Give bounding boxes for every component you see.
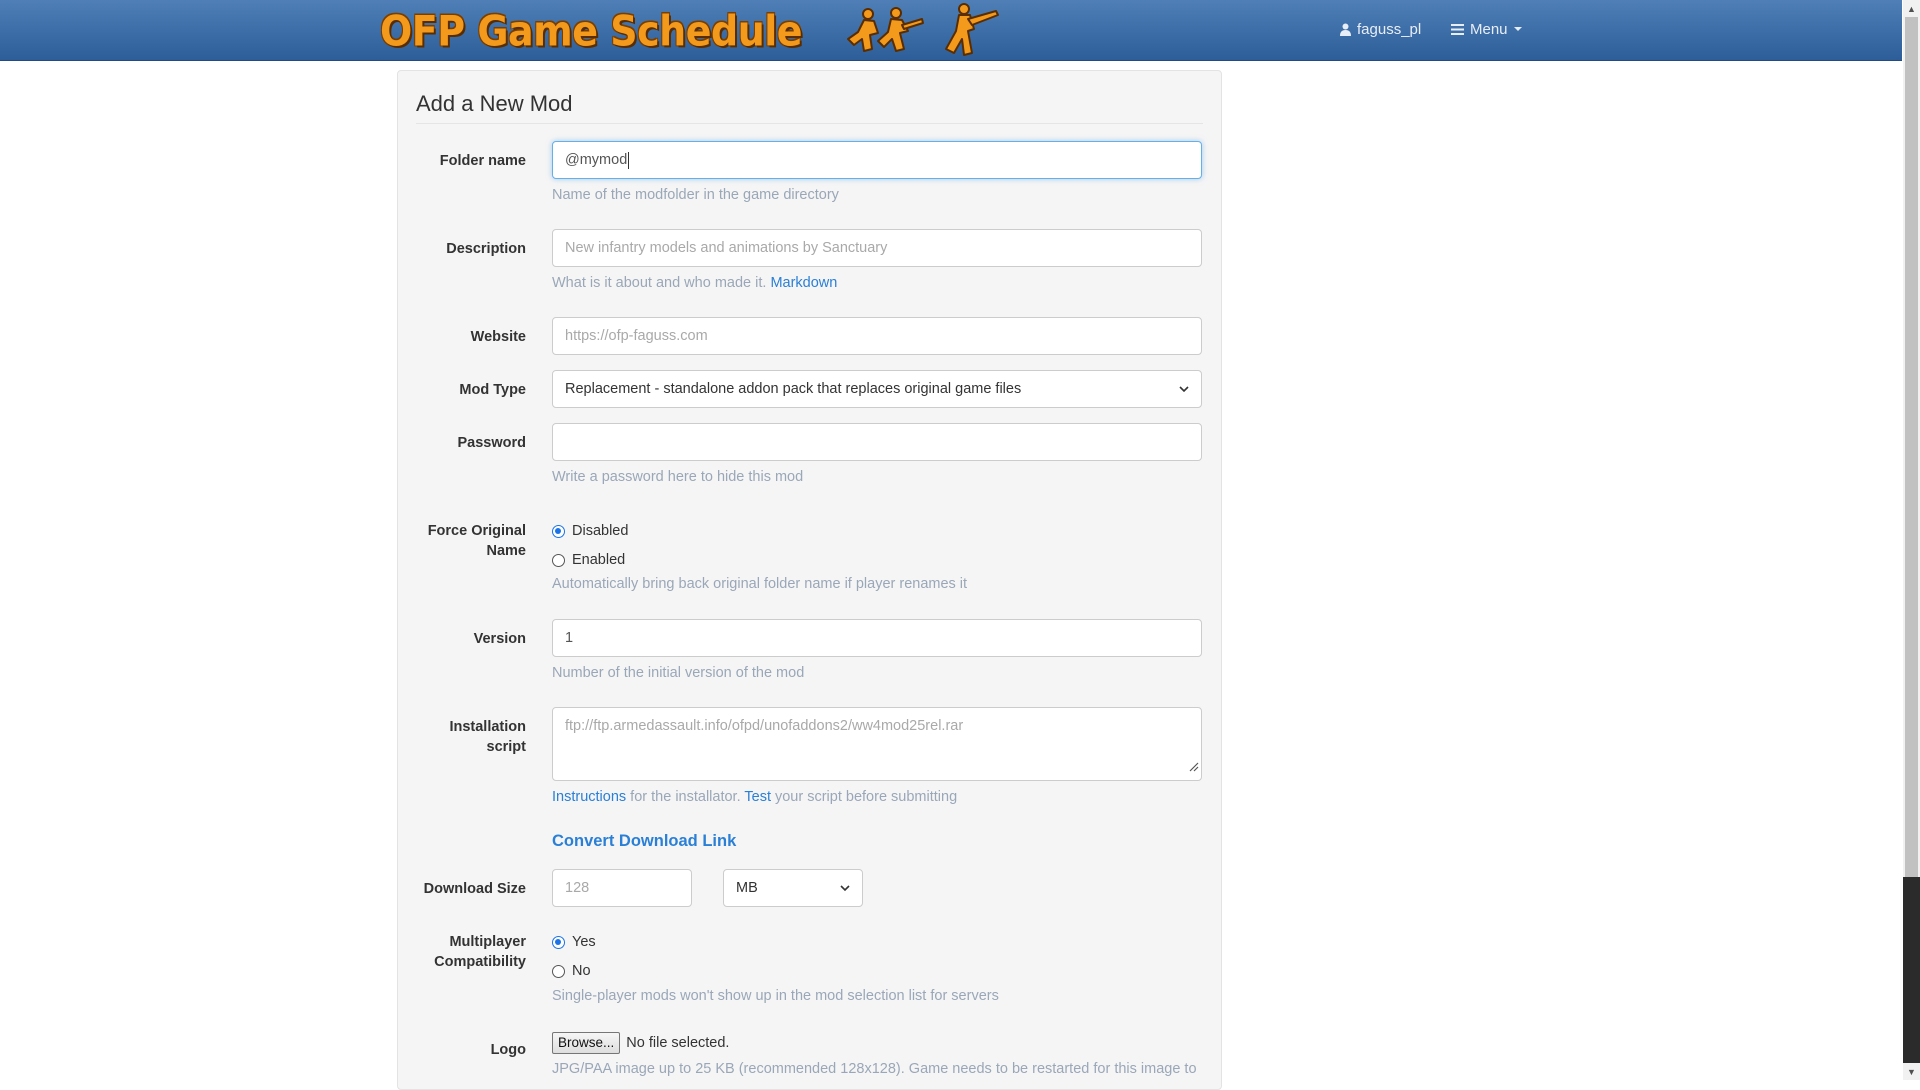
multiplayer-label-line2: Compatibility — [434, 954, 526, 970]
version-label: Version — [473, 631, 526, 647]
description-label: Description — [446, 241, 526, 257]
instructions-link[interactable]: Instructions — [552, 789, 626, 805]
force-name-disabled-option[interactable]: Disabled — [552, 521, 628, 541]
multiplayer-help: Single-player mods won't show up in the … — [552, 988, 999, 1004]
multiplayer-no-label: No — [572, 963, 591, 979]
description-placeholder: New infantry models and animations by Sa… — [565, 240, 888, 256]
menu-label: Menu — [1470, 20, 1508, 38]
download-size-placeholder: 128 — [565, 880, 590, 896]
browse-button[interactable]: Browse... — [552, 1032, 621, 1054]
soldier-with-rifle-icon — [945, 3, 1000, 56]
logo-file-input[interactable]: Browse... No file selected. — [552, 1032, 729, 1054]
menu-dropdown-toggle[interactable]: Menu — [1451, 0, 1522, 58]
install-script-textarea[interactable]: ftp://ftp.armedassault.info/ofpd/unofadd… — [552, 707, 1202, 781]
top-navbar: OFP Game Schedule faguss_pl Menu — [0, 0, 1902, 61]
logo-help: JPG/PAA image up to 25 KB (recommended 1… — [552, 1061, 1197, 1077]
install-script-placeholder: ftp://ftp.armedassault.info/ofpd/unofadd… — [565, 718, 964, 734]
download-size-unit-select[interactable]: MB — [723, 869, 863, 907]
folder-name-help: Name of the modfolder in the game direct… — [552, 187, 839, 203]
convert-download-link[interactable]: Convert Download Link — [552, 832, 736, 851]
mod-type-label: Mod Type — [459, 382, 526, 398]
install-label-line2: script — [486, 739, 527, 755]
soldiers-artwork — [844, 1, 1000, 61]
radio-checked-icon[interactable] — [552, 935, 565, 949]
install-help-end: your script before submitting — [770, 789, 958, 805]
add-mod-form: Add a New Mod Folder name @mymod Name of… — [397, 70, 1222, 1090]
radio-checked-icon[interactable] — [552, 524, 565, 538]
hamburger-icon — [1451, 23, 1464, 35]
version-input[interactable]: 1 — [552, 619, 1202, 657]
running-soldiers-icon — [847, 7, 925, 52]
resize-grip-icon[interactable] — [1188, 758, 1199, 778]
site-logo[interactable]: OFP Game Schedule — [380, 1, 1000, 61]
username-label: faguss_pl — [1357, 20, 1422, 38]
markdown-link[interactable]: Markdown — [770, 275, 837, 291]
scrollbar-track-lower — [1903, 877, 1920, 1063]
multiplayer-yes-label: Yes — [572, 934, 596, 950]
password-help: Write a password here to hide this mod — [552, 469, 804, 485]
website-input[interactable]: https://ofp-faguss.com — [552, 317, 1202, 355]
brand-title: OFP Game Schedule — [380, 6, 803, 56]
force-name-enabled-option[interactable]: Enabled — [552, 550, 625, 570]
folder-name-value: @mymod — [565, 152, 628, 168]
version-help: Number of the initial version of the mod — [552, 665, 805, 681]
download-size-unit-value: MB — [736, 880, 758, 896]
multiplayer-no-option[interactable]: No — [552, 961, 591, 981]
user-icon — [1340, 23, 1351, 36]
scroll-up-arrow-icon[interactable]: ▲ — [1903, 0, 1920, 17]
test-link[interactable]: Test — [744, 789, 771, 805]
logo-label: Logo — [490, 1042, 526, 1058]
multiplayer-yes-option[interactable]: Yes — [552, 932, 596, 952]
password-input[interactable] — [552, 423, 1202, 461]
caret-down-icon — [1513, 27, 1522, 31]
mod-type-select[interactable]: Replacement - standalone addon pack that… — [552, 370, 1202, 408]
multiplayer-label-line1: Multiplayer — [449, 934, 526, 950]
folder-name-input[interactable]: @mymod — [552, 141, 1202, 179]
chevron-down-icon — [840, 884, 850, 892]
install-help-mid: for the installator. — [626, 789, 745, 805]
multiplayer-label: Multiplayer Compatibility — [398, 932, 526, 972]
scrollbar-thumb[interactable] — [1905, 17, 1918, 877]
description-help: What is it about and who made it. Markdo… — [552, 273, 837, 293]
chevron-down-icon — [1179, 385, 1189, 393]
description-input[interactable]: New infantry models and animations by Sa… — [552, 229, 1202, 267]
install-label-line1: Installation — [449, 719, 526, 735]
website-label: Website — [470, 329, 526, 345]
force-name-disabled-label: Disabled — [572, 523, 629, 539]
download-size-label: Download Size — [423, 881, 526, 897]
install-script-label: Installation script — [398, 717, 526, 757]
user-account-link[interactable]: faguss_pl — [1340, 0, 1421, 58]
mod-type-selected: Replacement - standalone addon pack that… — [565, 381, 1022, 397]
version-value: 1 — [565, 630, 574, 646]
page-scrollbar[interactable]: ▲ ▼ — [1903, 0, 1920, 1080]
description-help-text: What is it about and who made it. — [552, 275, 767, 291]
file-status-text: No file selected. — [626, 1035, 730, 1051]
force-name-label-line2: Name — [486, 543, 527, 559]
radio-unchecked-icon[interactable] — [552, 553, 565, 567]
radio-unchecked-icon[interactable] — [552, 964, 565, 978]
force-name-help: Automatically bring back original folder… — [552, 576, 968, 592]
form-title: Add a New Mod — [416, 91, 1203, 124]
password-label: Password — [457, 435, 527, 451]
scroll-down-arrow-icon[interactable]: ▼ — [1903, 1063, 1920, 1080]
website-placeholder: https://ofp-faguss.com — [565, 328, 708, 344]
install-script-help: Instructions for the installator. Test y… — [552, 787, 957, 807]
text-cursor — [628, 151, 630, 169]
download-size-input[interactable]: 128 — [552, 869, 692, 907]
force-name-label: Force Original Name — [398, 521, 526, 561]
folder-name-label: Folder name — [439, 153, 526, 169]
force-name-enabled-label: Enabled — [572, 552, 626, 568]
force-name-label-line1: Force Original — [427, 523, 526, 539]
